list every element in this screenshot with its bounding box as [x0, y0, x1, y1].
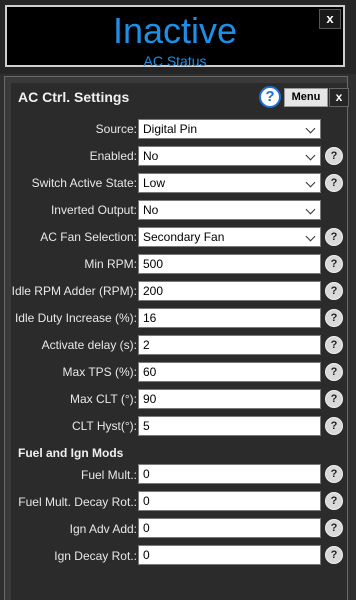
fuel-mult-input[interactable]: 0 [138, 464, 321, 484]
delay-input[interactable]: 2 [138, 335, 321, 355]
ign-adv-help-icon[interactable]: ? [325, 519, 343, 537]
ign-adv-input[interactable]: 0 [138, 518, 321, 538]
ign-decay-help-icon[interactable]: ? [325, 546, 343, 564]
fuel-decay-label: Fuel Mult. Decay Rot.: [18, 495, 137, 509]
settings-panel: AC Ctrl. Settings ? Menu x Source: Digit… [4, 76, 349, 600]
ign-decay-input[interactable]: 0 [138, 545, 321, 565]
settings-panel-body: AC Ctrl. Settings ? Menu x Source: Digit… [11, 83, 349, 600]
idle-adder-help-icon[interactable]: ? [325, 282, 343, 300]
enabled-select[interactable]: No [138, 146, 321, 166]
panel-close-button[interactable]: x [329, 88, 349, 107]
panel-title: AC Ctrl. Settings [18, 89, 130, 105]
source-label: Source: [95, 122, 137, 136]
fuel-decay-input[interactable]: 0 [138, 491, 321, 511]
inverted-value: No [143, 203, 159, 217]
switch-state-label: Switch Active State: [31, 176, 137, 190]
fan-help-icon[interactable]: ? [325, 228, 343, 246]
delay-help-icon[interactable]: ? [325, 336, 343, 354]
status-value: Inactive [112, 10, 238, 51]
ign-adv-label: Ign Adv Add: [69, 522, 137, 536]
clt-hyst-label: CLT Hyst(°): [71, 419, 137, 433]
switch-state-value: Low [143, 176, 166, 190]
fan-label: AC Fan Selection: [40, 230, 137, 244]
fuel-decay-help-icon[interactable]: ? [325, 492, 343, 510]
idle-duty-label: Idle Duty Increase (%): [14, 311, 137, 325]
inverted-label: Inverted Output: [50, 203, 137, 217]
fan-select[interactable]: Secondary Fan [138, 227, 321, 247]
min-rpm-label: Min RPM: [84, 257, 137, 271]
min-rpm-input[interactable]: 500 [138, 254, 321, 274]
chevron-down-icon [305, 177, 316, 188]
fuel-mult-label: Fuel Mult.: [80, 468, 137, 482]
enabled-help-icon[interactable]: ? [325, 147, 343, 165]
status-close-button[interactable]: x [319, 9, 341, 29]
app-root: Inactive AC Status x AC Ctrl. Settings ?… [0, 0, 356, 600]
switch-state-select[interactable]: Low [138, 173, 321, 193]
source-select[interactable]: Digital Pin [138, 119, 321, 139]
section-title-fuel-ign: Fuel and Ign Mods [18, 446, 124, 460]
help-icon[interactable]: ? [259, 86, 281, 108]
max-tps-label: Max TPS (%): [62, 365, 137, 379]
chevron-down-icon [305, 231, 316, 242]
clt-hyst-help-icon[interactable]: ? [325, 417, 343, 435]
max-clt-help-icon[interactable]: ? [325, 390, 343, 408]
idle-duty-input[interactable]: 16 [138, 308, 321, 328]
source-value: Digital Pin [143, 122, 198, 136]
ign-decay-label: Ign Decay Rot.: [54, 549, 137, 563]
chevron-down-icon [305, 123, 316, 134]
delay-label: Activate delay (s): [41, 338, 137, 352]
max-tps-input[interactable]: 60 [138, 362, 321, 382]
menu-button[interactable]: Menu [284, 88, 328, 107]
status-gauge-area: Inactive AC Status x [0, 0, 356, 74]
inverted-select[interactable]: No [138, 200, 321, 220]
enabled-value: No [143, 149, 159, 163]
switch-state-help-icon[interactable]: ? [325, 174, 343, 192]
status-caption: AC Status [143, 53, 207, 69]
enabled-label: Enabled: [89, 149, 137, 163]
idle-adder-input[interactable]: 200 [138, 281, 321, 301]
max-clt-input[interactable]: 90 [138, 389, 321, 409]
min-rpm-help-icon[interactable]: ? [325, 255, 343, 273]
max-tps-help-icon[interactable]: ? [325, 363, 343, 381]
chevron-down-icon [305, 204, 316, 215]
idle-adder-label: Idle RPM Adder (RPM): [11, 284, 137, 298]
fuel-mult-help-icon[interactable]: ? [325, 465, 343, 483]
idle-duty-help-icon[interactable]: ? [325, 309, 343, 327]
max-clt-label: Max CLT (°): [69, 392, 137, 406]
status-gauge: Inactive AC Status [5, 5, 345, 69]
chevron-down-icon [305, 150, 316, 161]
fan-value: Secondary Fan [143, 230, 225, 244]
clt-hyst-input[interactable]: 5 [138, 416, 321, 436]
